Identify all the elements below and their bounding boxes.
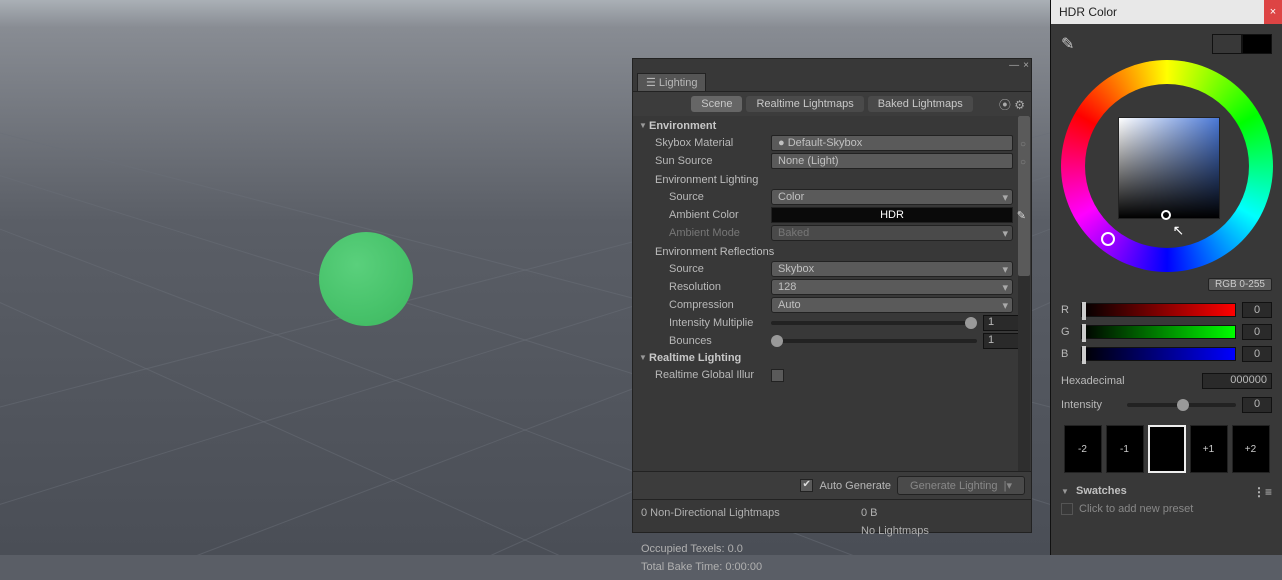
source-dropdown[interactable]: Color	[771, 189, 1013, 205]
b-value[interactable]: 0	[1242, 346, 1272, 362]
ambient-mode-label: Ambient Mode	[655, 227, 771, 239]
compression-dropdown[interactable]: Auto	[771, 297, 1013, 313]
r-label: R	[1061, 304, 1075, 316]
auto-generate-checkbox[interactable]	[800, 479, 813, 492]
minimize-icon[interactable]: —	[1009, 60, 1019, 72]
hdr-color-window: HDR Color × ✎ ↖ RGB 0-255 R 0 G 0 B 0	[1050, 0, 1282, 555]
lighting-window: — × ☰ Lighting Scene Realtime Lightmaps …	[632, 58, 1032, 533]
close-icon[interactable]: ×	[1023, 60, 1029, 72]
tab-baked-lightmaps[interactable]: Baked Lightmaps	[868, 96, 973, 112]
settings-gear-icon[interactable]: ⚙	[1014, 98, 1025, 112]
bounces-slider[interactable]: 1	[771, 333, 1023, 349]
sun-source-label: Sun Source	[655, 155, 771, 167]
compression-label: Compression	[655, 299, 771, 311]
refl-source-label: Source	[655, 263, 771, 275]
hdr-title-bar[interactable]: HDR Color ×	[1051, 0, 1282, 24]
intensity-slider[interactable]: 1	[771, 315, 1023, 331]
g-value[interactable]: 0	[1242, 324, 1272, 340]
global-illum-label: Realtime Global Illur	[655, 369, 771, 381]
generate-lighting-button[interactable]: Generate Lighting |▾	[897, 476, 1025, 495]
ambient-color-field[interactable]: HDR	[771, 207, 1013, 223]
sphere-gameobject[interactable]	[319, 232, 413, 326]
g-slider[interactable]	[1081, 325, 1236, 339]
r-value[interactable]: 0	[1242, 302, 1272, 318]
color-wheel[interactable]: ↖	[1061, 60, 1273, 272]
swatches-menu-icon[interactable]: ⋮≡	[1253, 485, 1272, 499]
hex-input[interactable]: 000000	[1202, 373, 1272, 389]
env-lighting-subhead: Environment Lighting	[637, 170, 1027, 188]
global-illum-checkbox[interactable]	[771, 369, 784, 382]
intensity-label: Intensity	[1061, 399, 1121, 411]
tab-scene[interactable]: Scene	[691, 96, 742, 112]
exposure-stop-0[interactable]	[1148, 425, 1186, 473]
skybox-material-label: Skybox Material	[655, 137, 771, 149]
intensity-thumb[interactable]	[1177, 399, 1189, 411]
hex-label: Hexadecimal	[1061, 375, 1202, 387]
section-realtime-lighting[interactable]: Realtime Lighting	[637, 350, 1027, 366]
g-label: G	[1061, 326, 1075, 338]
env-reflections-subhead: Environment Reflections	[637, 242, 1027, 260]
help-icon[interactable]: ⦿	[999, 98, 1011, 112]
saturation-value-box[interactable]	[1118, 117, 1220, 219]
b-label: B	[1061, 348, 1075, 360]
intensity-mult-label: Intensity Multiplie	[655, 317, 771, 329]
resolution-dropdown[interactable]: 128	[771, 279, 1013, 295]
eyedropper-icon[interactable]: ✎	[1061, 34, 1074, 54]
sv-handle[interactable]	[1161, 210, 1171, 220]
current-color-swatch	[1242, 34, 1272, 54]
refl-source-dropdown[interactable]: Skybox	[771, 261, 1013, 277]
intensity-value[interactable]: 0	[1242, 397, 1272, 413]
exposure-stop-minus2[interactable]: -2	[1064, 425, 1102, 473]
exposure-stop-plus2[interactable]: +2	[1232, 425, 1270, 473]
swatches-section[interactable]: Swatches⋮≡	[1051, 481, 1282, 501]
window-tab-bar: ☰ Lighting	[633, 73, 1031, 92]
lighting-tab[interactable]: ☰ Lighting	[637, 73, 706, 91]
color-preview	[1212, 34, 1272, 54]
tab-realtime-lightmaps[interactable]: Realtime Lightmaps	[746, 96, 863, 112]
section-environment[interactable]: Environment	[637, 118, 1027, 134]
lighting-stats: 0 Non-Directional Lightmaps0 B No Lightm…	[633, 499, 1031, 580]
previous-color-swatch[interactable]	[1212, 34, 1242, 54]
skybox-material-field[interactable]: ● Default-Skybox	[771, 135, 1013, 151]
cursor-icon: ↖	[1173, 222, 1185, 239]
generate-bar: Auto Generate Generate Lighting |▾	[633, 471, 1031, 499]
lighting-body: Environment Skybox Material ● Default-Sk…	[633, 116, 1031, 471]
sun-source-field[interactable]: None (Light)	[771, 153, 1013, 169]
r-slider[interactable]	[1081, 303, 1236, 317]
b-slider[interactable]	[1081, 347, 1236, 361]
source-label: Source	[655, 191, 771, 203]
intensity-slider[interactable]	[1127, 403, 1236, 407]
exposure-stop-minus1[interactable]: -1	[1106, 425, 1144, 473]
add-preset-button[interactable]: Click to add new preset	[1051, 501, 1282, 517]
close-button[interactable]: ×	[1264, 0, 1282, 24]
hue-handle[interactable]	[1101, 232, 1115, 246]
lighting-toolbar: Scene Realtime Lightmaps Baked Lightmaps…	[633, 92, 1031, 116]
bounces-label: Bounces	[655, 335, 771, 347]
lighting-icon: ☰	[646, 77, 659, 89]
exposure-stop-plus1[interactable]: +1	[1190, 425, 1228, 473]
resolution-label: Resolution	[655, 281, 771, 293]
color-mode-dropdown[interactable]: RGB 0-255	[1208, 278, 1272, 291]
ambient-color-label: Ambient Color	[655, 209, 771, 221]
empty-swatch-icon	[1061, 503, 1073, 515]
window-controls: — ×	[633, 59, 1031, 73]
ambient-mode-dropdown: Baked	[771, 225, 1013, 241]
auto-generate-label: Auto Generate	[819, 480, 891, 492]
material-icon: ●	[778, 137, 788, 149]
